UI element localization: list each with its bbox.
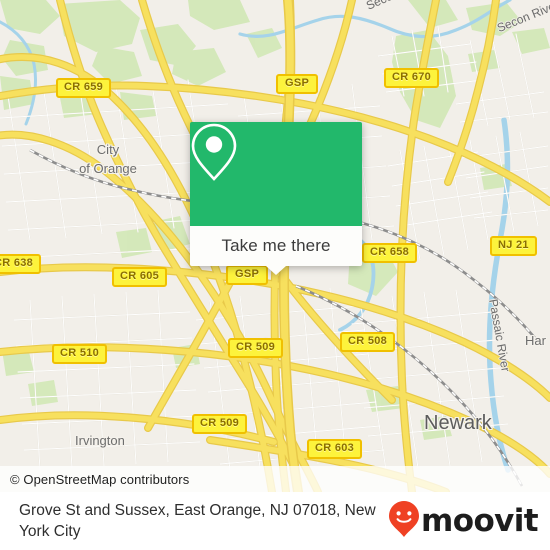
- place-label-irvington: Irvington: [75, 433, 125, 448]
- moovit-wordmark: moovit: [421, 502, 539, 539]
- road-shield-gsp-north: GSP: [276, 74, 319, 94]
- callout-header: [190, 122, 362, 226]
- take-me-there-label: Take me there: [221, 236, 331, 255]
- road-shield-cr-603: CR 603: [307, 439, 363, 459]
- attribution-text[interactable]: © OpenStreetMap contributors: [0, 472, 189, 487]
- take-me-there-button[interactable]: Take me there: [190, 226, 362, 275]
- road-shield-cr-658: CR 658: [362, 243, 418, 263]
- road-shield-cr-659: CR 659: [56, 78, 112, 98]
- map-canvas[interactable]: .rdM{stroke:#f7e05e;stroke-linecap:round…: [0, 0, 550, 492]
- road-shield-cr-605: CR 605: [112, 267, 168, 287]
- location-callout[interactable]: Take me there: [190, 122, 362, 275]
- road-shield-cr-508: CR 508: [340, 332, 396, 352]
- moovit-brand[interactable]: moovit: [388, 500, 539, 543]
- road-shield-cr-509-south: CR 509: [192, 414, 248, 434]
- map-screenshot: .rdM{stroke:#f7e05e;stroke-linecap:round…: [0, 0, 550, 550]
- road-shield-cr-509-mid: CR 509: [228, 338, 284, 358]
- place-label-harrison: Har: [525, 333, 546, 348]
- address-label: Grove St and Sussex, East Orange, NJ 070…: [19, 502, 376, 540]
- road-shield-cr-510: CR 510: [52, 344, 108, 364]
- road-shield-cr-638: CR 638: [0, 254, 42, 274]
- road-shield-gsp-south: GSP: [226, 265, 269, 285]
- moovit-pin-icon: [388, 500, 420, 543]
- place-label-newark: Newark: [424, 412, 492, 434]
- place-label-city-of-orange: City of Orange: [79, 142, 137, 176]
- road-shield-cr-670: CR 670: [384, 68, 440, 88]
- bottom-info-bar: Grove St and Sussex, East Orange, NJ 070…: [0, 492, 550, 550]
- map-attribution-bar: © OpenStreetMap contributors: [0, 466, 550, 492]
- callout-pointer: [266, 266, 286, 275]
- road-shield-nj-21: NJ 21: [490, 236, 537, 256]
